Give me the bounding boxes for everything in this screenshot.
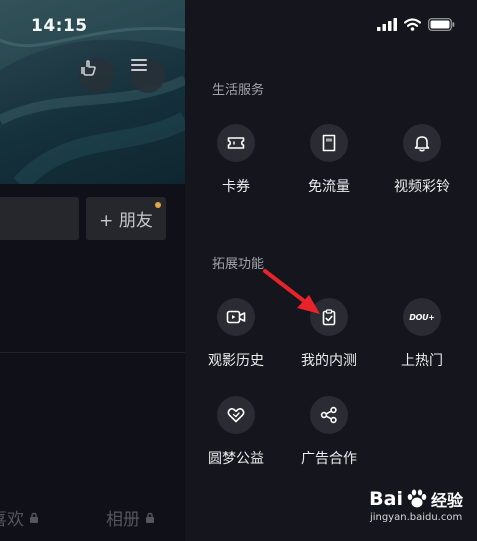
menu-item-dou-plus[interactable]: DOU+ 上热门 <box>372 298 472 370</box>
watermark-brand-suffix: 经验 <box>430 491 463 510</box>
heart-icon-wrap <box>217 396 255 434</box>
video-history-icon-wrap <box>217 298 255 336</box>
ticket-icon <box>227 137 245 149</box>
tab-album-label: 相册 <box>106 510 140 530</box>
menu-item-free-data[interactable]: 免流量 <box>279 124 379 196</box>
menu-item-video-ringtone[interactable]: 视频彩铃 <box>372 124 472 196</box>
battery-icon <box>428 18 455 31</box>
menu-item-label: 免流量 <box>308 179 350 195</box>
dou-plus-icon: DOU+ <box>403 298 441 336</box>
menu-item-charity[interactable]: 圆梦公益 <box>186 396 286 468</box>
menu-item-label: 卡券 <box>222 179 250 195</box>
sim-card-icon <box>322 134 336 152</box>
hand-icon <box>81 60 96 76</box>
bell-icon <box>414 136 430 152</box>
add-friend-button[interactable]: + 朋友 <box>86 197 166 240</box>
bell-icon-wrap <box>403 124 441 162</box>
section-title-life-services: 生活服务 <box>212 83 265 98</box>
menu-item-label: 观影历史 <box>208 353 264 369</box>
profile-page-background: 14:15 + 朋友 喜欢 相册 <box>0 0 185 541</box>
lock-icon <box>146 512 154 523</box>
menu-item-label: 上热门 <box>401 353 443 369</box>
annotation-arrow <box>263 269 320 314</box>
heart-icon <box>227 408 245 423</box>
menu-button[interactable] <box>130 58 165 93</box>
tab-likes-label: 喜欢 <box>0 510 24 530</box>
status-time: 14:15 <box>31 16 88 36</box>
notification-dot <box>155 202 161 208</box>
hamburger-icon <box>131 59 147 71</box>
status-icons <box>377 18 455 31</box>
tab-likes[interactable]: 喜欢 <box>0 505 39 530</box>
menu-item-ad-cooperation[interactable]: 广告合作 <box>279 396 379 468</box>
menu-item-label: 广告合作 <box>301 451 357 467</box>
hand-button[interactable] <box>79 58 114 93</box>
menu-item-label: 视频彩铃 <box>394 179 450 195</box>
lock-icon <box>30 512 38 523</box>
ticket-icon-wrap <box>217 124 255 162</box>
video-history-icon <box>226 310 246 324</box>
sim-card-icon-wrap <box>310 124 348 162</box>
dou-plus-text: DOU+ <box>409 312 435 322</box>
tab-album[interactable]: 相册 <box>106 505 155 530</box>
watermark-url: jingyan.baidu.com <box>369 512 463 523</box>
edit-profile-button[interactable] <box>0 197 79 240</box>
menu-item-label: 我的内测 <box>301 353 357 369</box>
signal-icon <box>377 18 397 31</box>
checklist-icon <box>322 308 336 325</box>
section-title-extensions: 拓展功能 <box>212 257 265 272</box>
menu-item-coupons[interactable]: 卡券 <box>186 124 286 196</box>
baidu-jingyan-watermark: Bai 经验 jingyan.baidu.com <box>369 487 463 523</box>
add-friend-label: + 朋友 <box>99 211 153 231</box>
wifi-icon <box>404 18 421 31</box>
divider <box>0 352 185 353</box>
share-icon <box>320 406 337 424</box>
side-drawer: 生活服务 卡券 免流量 视频彩铃 拓展功能 观影历史 我的内测 DOU+ 上热门… <box>185 0 477 541</box>
profile-cover-image: 14:15 <box>0 0 185 184</box>
share-icon-wrap <box>310 396 348 434</box>
paw-icon <box>407 489 427 508</box>
menu-item-label: 圆梦公益 <box>208 451 264 467</box>
watermark-brand: Bai <box>369 488 403 510</box>
